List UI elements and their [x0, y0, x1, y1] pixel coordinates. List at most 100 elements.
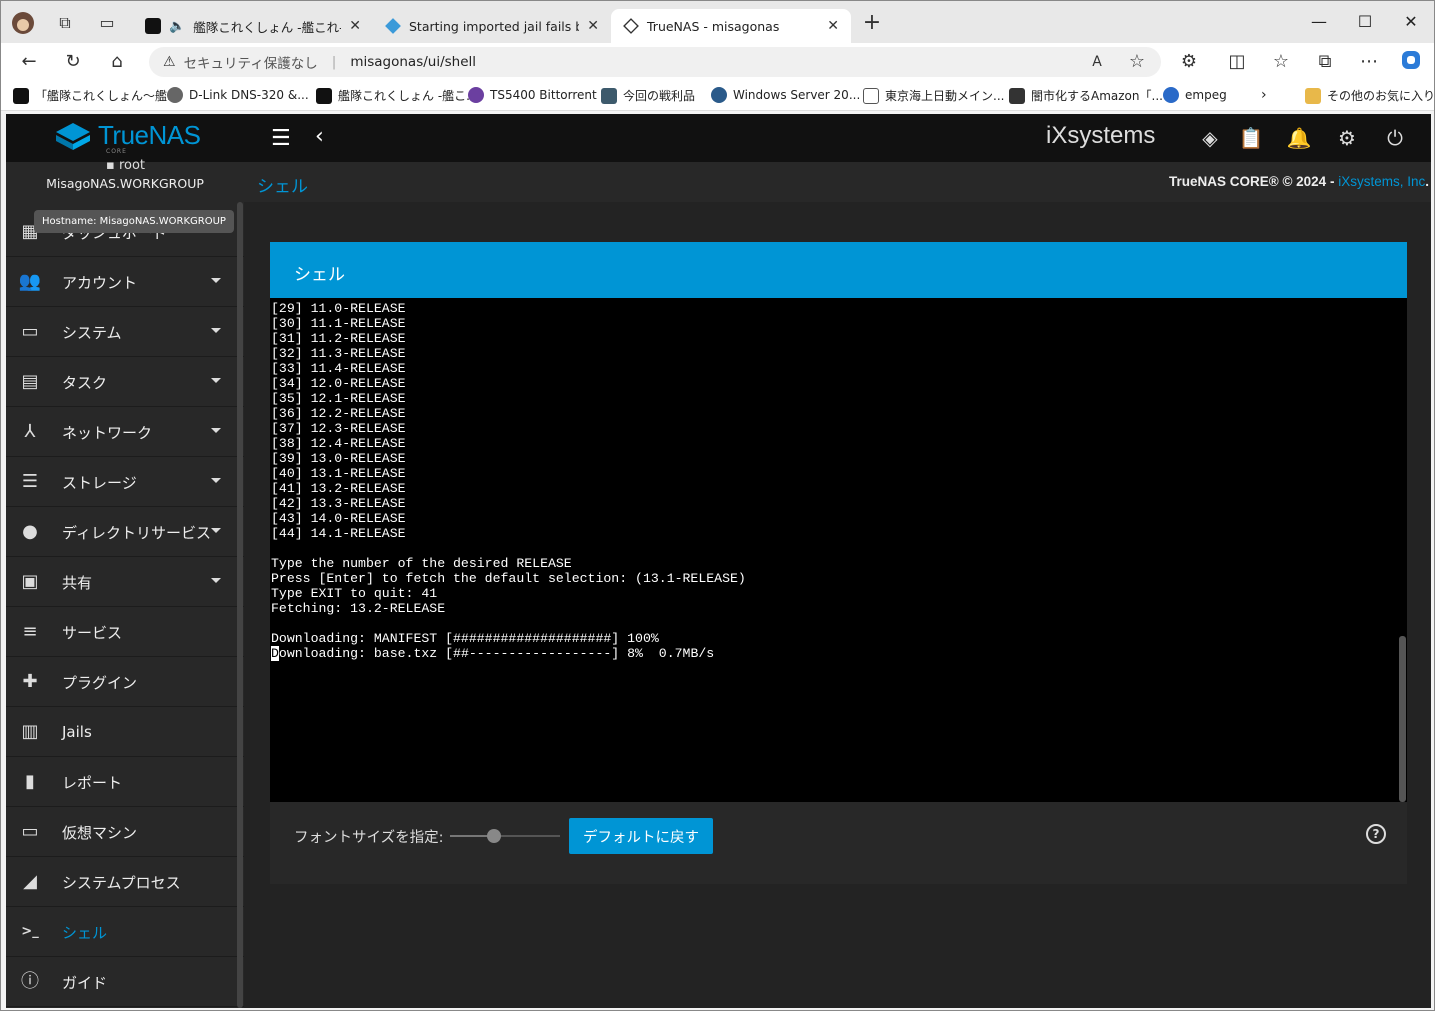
copyright-text: TrueNAS CORE® © 2024 - — [1169, 174, 1339, 189]
sidebar-item[interactable]: >_ シェル — [6, 908, 244, 957]
bookmarks-overflow-icon[interactable]: › — [1261, 87, 1267, 103]
audio-icon[interactable]: 🔈 — [169, 19, 185, 34]
dmm-favicon — [145, 18, 161, 34]
terminal-output[interactable]: [29] 11.0-RELEASE [30] 11.1-RELEASE [31]… — [270, 298, 1407, 661]
sidebar-item[interactable]: ▣ 共有 — [6, 558, 244, 607]
jail-icon: ▥ — [21, 721, 39, 742]
sidebar-item[interactable]: ⅄ ネットワーク — [6, 408, 244, 457]
chevron-down-icon[interactable] — [211, 428, 221, 433]
more-menu-icon[interactable]: ⋯ — [1355, 49, 1383, 75]
sidebar-item[interactable]: ● ディレクトリサービス — [6, 508, 244, 557]
sidebar-item[interactable]: ▥ Jails — [6, 708, 244, 757]
sidebar-item-label: タスク — [62, 373, 108, 392]
tab-title: 艦隊これくしょん -艦これ- - オン — [193, 19, 342, 35]
reset-default-button[interactable]: デフォルトに戻す — [569, 818, 713, 854]
ixsystems-link[interactable]: iXsystems, Inc — [1338, 174, 1425, 189]
bookmark-item[interactable]: TS5400 Bittorrent — [468, 87, 597, 103]
font-size-slider-thumb[interactable] — [487, 829, 501, 843]
collections-icon[interactable]: ⧉ — [1311, 49, 1339, 75]
workspaces-icon[interactable]: ⧉ — [53, 11, 77, 35]
copilot-logo — [1402, 51, 1420, 69]
minimize-icon[interactable]: — — [1299, 9, 1339, 35]
sidebar-item[interactable]: ▤ タスク — [6, 358, 244, 407]
security-label[interactable]: セキュリティ保護なし — [184, 52, 318, 72]
chevron-down-icon[interactable] — [211, 278, 221, 283]
collapse-chevron-icon[interactable]: ‹ — [315, 124, 324, 149]
task-manager-icon[interactable]: 📋 — [1237, 124, 1265, 152]
bookmark-item[interactable]: 東京海上日動メイン... — [863, 87, 1004, 104]
favorite-star-icon[interactable]: ☆ — [1123, 49, 1151, 75]
chevron-down-icon[interactable] — [211, 378, 221, 383]
copilot-icon[interactable] — [1397, 49, 1425, 75]
bookmark-label: 闇市化するAmazon「... — [1031, 89, 1163, 103]
favorites-icon[interactable]: ☆ — [1267, 49, 1295, 75]
bookmark-item[interactable]: Windows Server 20... — [711, 87, 860, 103]
warning-icon[interactable]: ⚠ — [163, 54, 176, 70]
bookmark-item[interactable]: 「艦隊これくしょん〜艦... — [13, 87, 178, 104]
bookmark-item[interactable]: empeg — [1163, 87, 1227, 103]
chevron-down-icon[interactable] — [211, 528, 221, 533]
address-bar[interactable]: ⚠ セキュリティ保護なし | misagonas/ui/shell — [149, 47, 1161, 77]
bookmark-item[interactable]: D-Link DNS-320 &... — [167, 87, 309, 103]
tab-kancolle[interactable]: 🔈 艦隊これくしょん -艦これ- - オン ✕ — [133, 9, 373, 43]
settings-gear-icon[interactable]: ⚙ — [1333, 124, 1361, 152]
menu-toggle-icon[interactable]: ☰ — [271, 126, 291, 151]
close-window-icon[interactable]: ✕ — [1391, 9, 1431, 35]
ixsystems-logo[interactable]: iXsystems — [1046, 122, 1155, 150]
sidebar-item[interactable]: ≡ サービス — [6, 608, 244, 657]
truenas-logo[interactable]: TrueNAS — [54, 120, 201, 151]
shell-terminal[interactable]: [29] 11.0-RELEASE [30] 11.1-RELEASE [31]… — [270, 298, 1407, 802]
truecommand-icon[interactable]: ◈ — [1196, 124, 1224, 152]
url-text[interactable]: misagonas/ui/shell — [350, 54, 476, 70]
terminal-scrollbar[interactable] — [1399, 636, 1406, 802]
logo-edition: CORE — [106, 148, 127, 155]
breadcrumb[interactable]: シェル — [257, 172, 308, 197]
sidebar-item-label: レポート — [62, 773, 123, 792]
close-tab-icon[interactable]: ✕ — [349, 18, 361, 34]
copyright-suffix: . — [1425, 174, 1429, 189]
bookmark-label: 東京海上日動メイン... — [885, 89, 1005, 103]
sidebar-item[interactable]: 👥 アカウント — [6, 258, 244, 307]
home-icon[interactable]: ⌂ — [103, 49, 131, 75]
bookmark-folder[interactable]: その他のお気に入り — [1305, 87, 1435, 104]
sidebar-item[interactable]: ⓘ ガイド — [6, 958, 244, 1007]
maximize-icon[interactable]: ☐ — [1345, 9, 1385, 35]
chevron-down-icon[interactable] — [211, 478, 221, 483]
top-bar: TrueNAS CORE ☰ ‹ iXsystems ◈ 📋 🔔 ⚙ ⏻ — [6, 114, 1431, 162]
username: ▪ root — [106, 158, 146, 173]
notifications-bell-icon[interactable]: 🔔 — [1285, 124, 1313, 152]
bookmark-item[interactable]: 今回の戦利品 — [601, 87, 695, 104]
sidebar-item[interactable]: ▭ システム — [6, 308, 244, 357]
profile-avatar[interactable] — [11, 11, 35, 35]
sidebar-item[interactable]: ◢ システムプロセス — [6, 858, 244, 907]
sidebar-scrollbar[interactable] — [237, 202, 243, 1008]
sidebar-item[interactable]: ✚ プラグイン — [6, 658, 244, 707]
tab-actions-icon[interactable]: ▭ — [95, 11, 119, 35]
help-icon[interactable]: ? — [1366, 824, 1386, 844]
extensions-icon[interactable]: ⚙ — [1175, 49, 1203, 75]
power-icon[interactable]: ⏻ — [1381, 124, 1409, 152]
close-tab-icon[interactable]: ✕ — [587, 18, 599, 34]
wordpress-favicon — [711, 87, 727, 103]
split-screen-icon[interactable]: ◫ — [1223, 49, 1251, 75]
bookmark-item[interactable]: 艦隊これくしょん -艦こ... — [316, 87, 478, 104]
bookmark-item[interactable]: 闇市化するAmazon「... — [1009, 87, 1163, 104]
sidebar-item[interactable]: ▭ 仮想マシン — [6, 808, 244, 857]
sidebar-item-label: システム — [62, 323, 122, 342]
chevron-down-icon[interactable] — [211, 578, 221, 583]
sidebar-item-label: システムプロセス — [62, 873, 181, 892]
refresh-icon[interactable]: ↻ — [59, 49, 87, 75]
calendar-icon: ▤ — [21, 371, 39, 392]
bookmark-label: 今回の戦利品 — [623, 89, 696, 103]
read-aloud-icon[interactable]: A — [1083, 49, 1111, 75]
chevron-down-icon[interactable] — [211, 328, 221, 333]
tab-truenas[interactable]: TrueNAS - misagonas ✕ — [611, 9, 851, 43]
sidebar-item[interactable]: ☰ ストレージ — [6, 458, 244, 507]
back-arrow-icon[interactable]: ← — [15, 49, 43, 75]
page-header: シェル TrueNAS CORE® © 2024 - iXsystems, In… — [244, 162, 1431, 202]
tab-jail-issue[interactable]: Starting imported jail fails becaus ✕ — [373, 9, 611, 43]
chart-icon: ▮ — [25, 771, 35, 792]
new-tab-icon[interactable]: + — [860, 11, 884, 35]
sidebar-item[interactable]: ▮ レポート — [6, 758, 244, 807]
close-tab-icon[interactable]: ✕ — [827, 18, 839, 34]
